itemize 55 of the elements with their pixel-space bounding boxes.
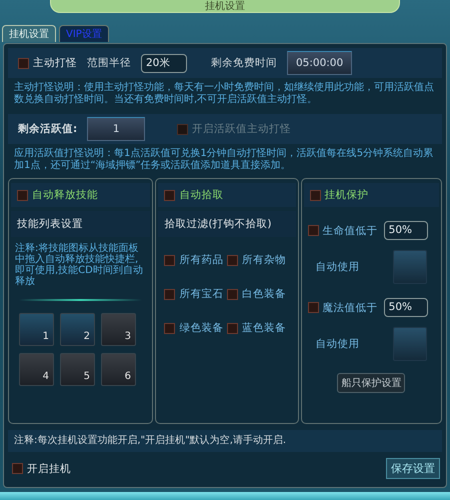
range-field[interactable]: 20米 [141, 54, 187, 72]
item-slot[interactable] [393, 250, 427, 284]
percent-field[interactable]: 50% [384, 298, 428, 317]
description-text: 主动打怪说明：使用主动打怪功能，每天有一小时免费时间，如继续使用此功能，可用活跃值点数兑换自动打怪时间。当还有免费时间时,不可开启活跃值主动打怪。 [14, 82, 435, 106]
checkbox[interactable] [17, 190, 28, 200]
skill-slot[interactable]: 6 [101, 353, 136, 386]
checkbox[interactable] [18, 58, 29, 68]
checkbox-label: 白色装备 [242, 287, 286, 301]
skill-slot[interactable]: 1 [19, 313, 54, 346]
skill-slot[interactable]: 3 [101, 313, 136, 346]
checkbox[interactable] [164, 288, 176, 300]
checkbox-label: 生命值低于 [322, 224, 378, 238]
checkbox-label: 蓝色装备 [242, 321, 286, 335]
notice-text: 注释:每次挂机设置功能开启,"开启挂机"默认为空,请手动开启. [8, 430, 442, 452]
checkbox-label: 绿色装备 [179, 321, 224, 335]
checkbox[interactable] [310, 190, 321, 200]
section-label: 技能列表设置 [17, 217, 83, 231]
activity-value: 1 [87, 117, 146, 141]
note-text: 注释:将技能图标从技能面板中拖入自动释放技能快捷栏,即可使用,技能CD时间到自动释放 [15, 243, 144, 287]
section-label: 拾取过滤(打钩不拾取) [164, 217, 272, 231]
checkbox-label: 所有药品 [179, 253, 224, 267]
checkbox-label: 开启挂机 [27, 462, 71, 476]
checkbox[interactable] [164, 322, 176, 334]
skill-slot[interactable]: 4 [19, 353, 54, 386]
checkbox-label: 所有宝石 [179, 287, 224, 301]
auto-use-label: 自动使用 [316, 260, 360, 274]
checkbox[interactable] [226, 322, 238, 334]
checkbox-label: 自动释放技能 [32, 188, 98, 202]
range-label: 范围半径 [87, 56, 131, 70]
skill-slot[interactable]: 2 [60, 313, 95, 346]
checkbox[interactable] [226, 254, 238, 266]
skill-slot[interactable]: 5 [60, 353, 95, 386]
checkbox-label: 魔法值低于 [322, 300, 378, 314]
item-slot[interactable] [393, 327, 427, 361]
checkbox[interactable] [226, 288, 238, 300]
window-title: 挂机设置 [205, 2, 245, 12]
checkbox[interactable] [12, 463, 23, 474]
auto-use-label: 自动使用 [316, 337, 360, 351]
checkbox[interactable] [164, 190, 176, 200]
ship-protection-button[interactable]: 船只保护设置 [337, 373, 406, 393]
free-time-label: 剩余免费时间 [211, 56, 277, 70]
checkbox[interactable] [308, 225, 319, 236]
checkbox-label: 自动拾取 [179, 188, 224, 202]
activity-label: 剩余活跃值: [18, 122, 78, 136]
tab[interactable]: 挂机设置 [2, 25, 56, 42]
description-text: 应用活跃值打怪说明：每1点活跃值可兑换1分钟自动打怪时间，活跃值每在线5分钟系统自动累加1点，还可通过“海域押镖”任务或活跃值添加道具直接添加。 [14, 148, 434, 172]
checkbox[interactable] [164, 254, 176, 266]
checkbox-label: 开启活跃值主动打怪 [192, 122, 292, 136]
checkbox-label: 挂机保护 [324, 188, 369, 202]
percent-field[interactable]: 50% [384, 221, 428, 240]
checkbox[interactable] [308, 302, 319, 313]
save-button[interactable]: 保存设置 [386, 458, 440, 479]
free-time-display: 05:00:00 [287, 51, 352, 75]
checkbox-label: 主动打怪 [33, 56, 77, 70]
checkbox-label: 所有杂物 [242, 253, 286, 267]
